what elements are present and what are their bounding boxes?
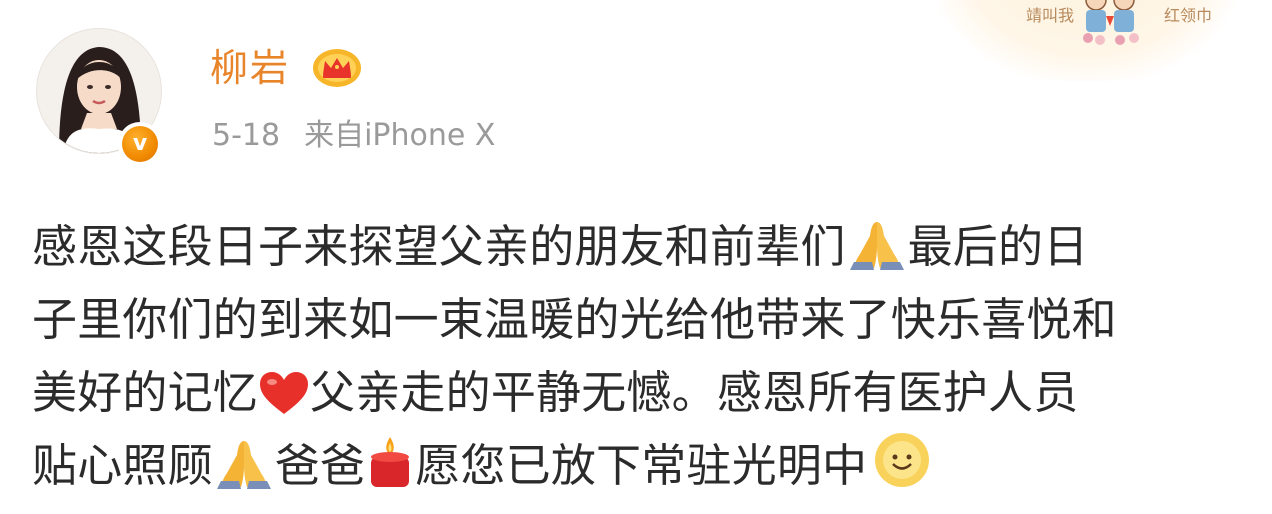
pray-hands-icon (849, 222, 904, 270)
pray-hands-icon (216, 441, 271, 489)
candle-icon (371, 437, 410, 487)
children-illustration-icon (1083, 0, 1139, 45)
weibo-post: 靖叫我 红领巾 v 柳岩 5-18 来自iPhone X 感恩这段日子来探望父亲… (0, 0, 1272, 514)
content-text: 爸爸 (274, 439, 366, 492)
content-line: 感恩这段日子来探望父亲的朋友和前辈们 最后的日 (32, 210, 1272, 283)
sticker-left-text: 靖叫我 (1026, 6, 1075, 25)
content-line: 子里你们的到来如一束温暖的光给他带来了快乐喜悦和 (32, 283, 1272, 356)
crown-icon[interactable] (312, 48, 362, 88)
post-date: 5-18 (212, 118, 281, 153)
content-text: 父亲走的平静无憾。感恩所有医护人员 (310, 366, 1079, 419)
content-text: 感恩这段日子来探望父亲的朋友和前辈们 (32, 220, 846, 273)
verified-v-icon: v (122, 126, 158, 162)
content-line: 美好的记忆 父亲走的平静无憾。感恩所有医护人员 (32, 356, 1272, 429)
verified-badge: v (118, 122, 162, 166)
content-text: 最后的日 (907, 220, 1089, 273)
content-text: 贴心照顾 (32, 439, 213, 492)
post-content: 感恩这段日子来探望父亲的朋友和前辈们 最后的日 子里你们的到来如一束温暖的光给他… (32, 210, 1272, 502)
heart-icon (260, 372, 309, 414)
post-meta: 5-18 来自iPhone X (212, 116, 495, 156)
sun-smile-icon (875, 433, 930, 487)
content-text: 子里你们的到来如一束温暖的光给他带来了快乐喜悦和 (32, 293, 1117, 346)
content-line: 贴心照顾 爸爸 愿您已放下常驻光明中 (32, 429, 1272, 502)
post-source[interactable]: 来自iPhone X (304, 116, 495, 156)
sticker-right-text: 红领巾 (1164, 6, 1213, 25)
content-text: 美好的记忆 (32, 366, 259, 419)
content-text: 愿您已放下常驻光明中 (415, 439, 868, 492)
decorative-sticker: 靖叫我 红领巾 (936, 0, 1236, 81)
username[interactable]: 柳岩 (210, 44, 290, 92)
